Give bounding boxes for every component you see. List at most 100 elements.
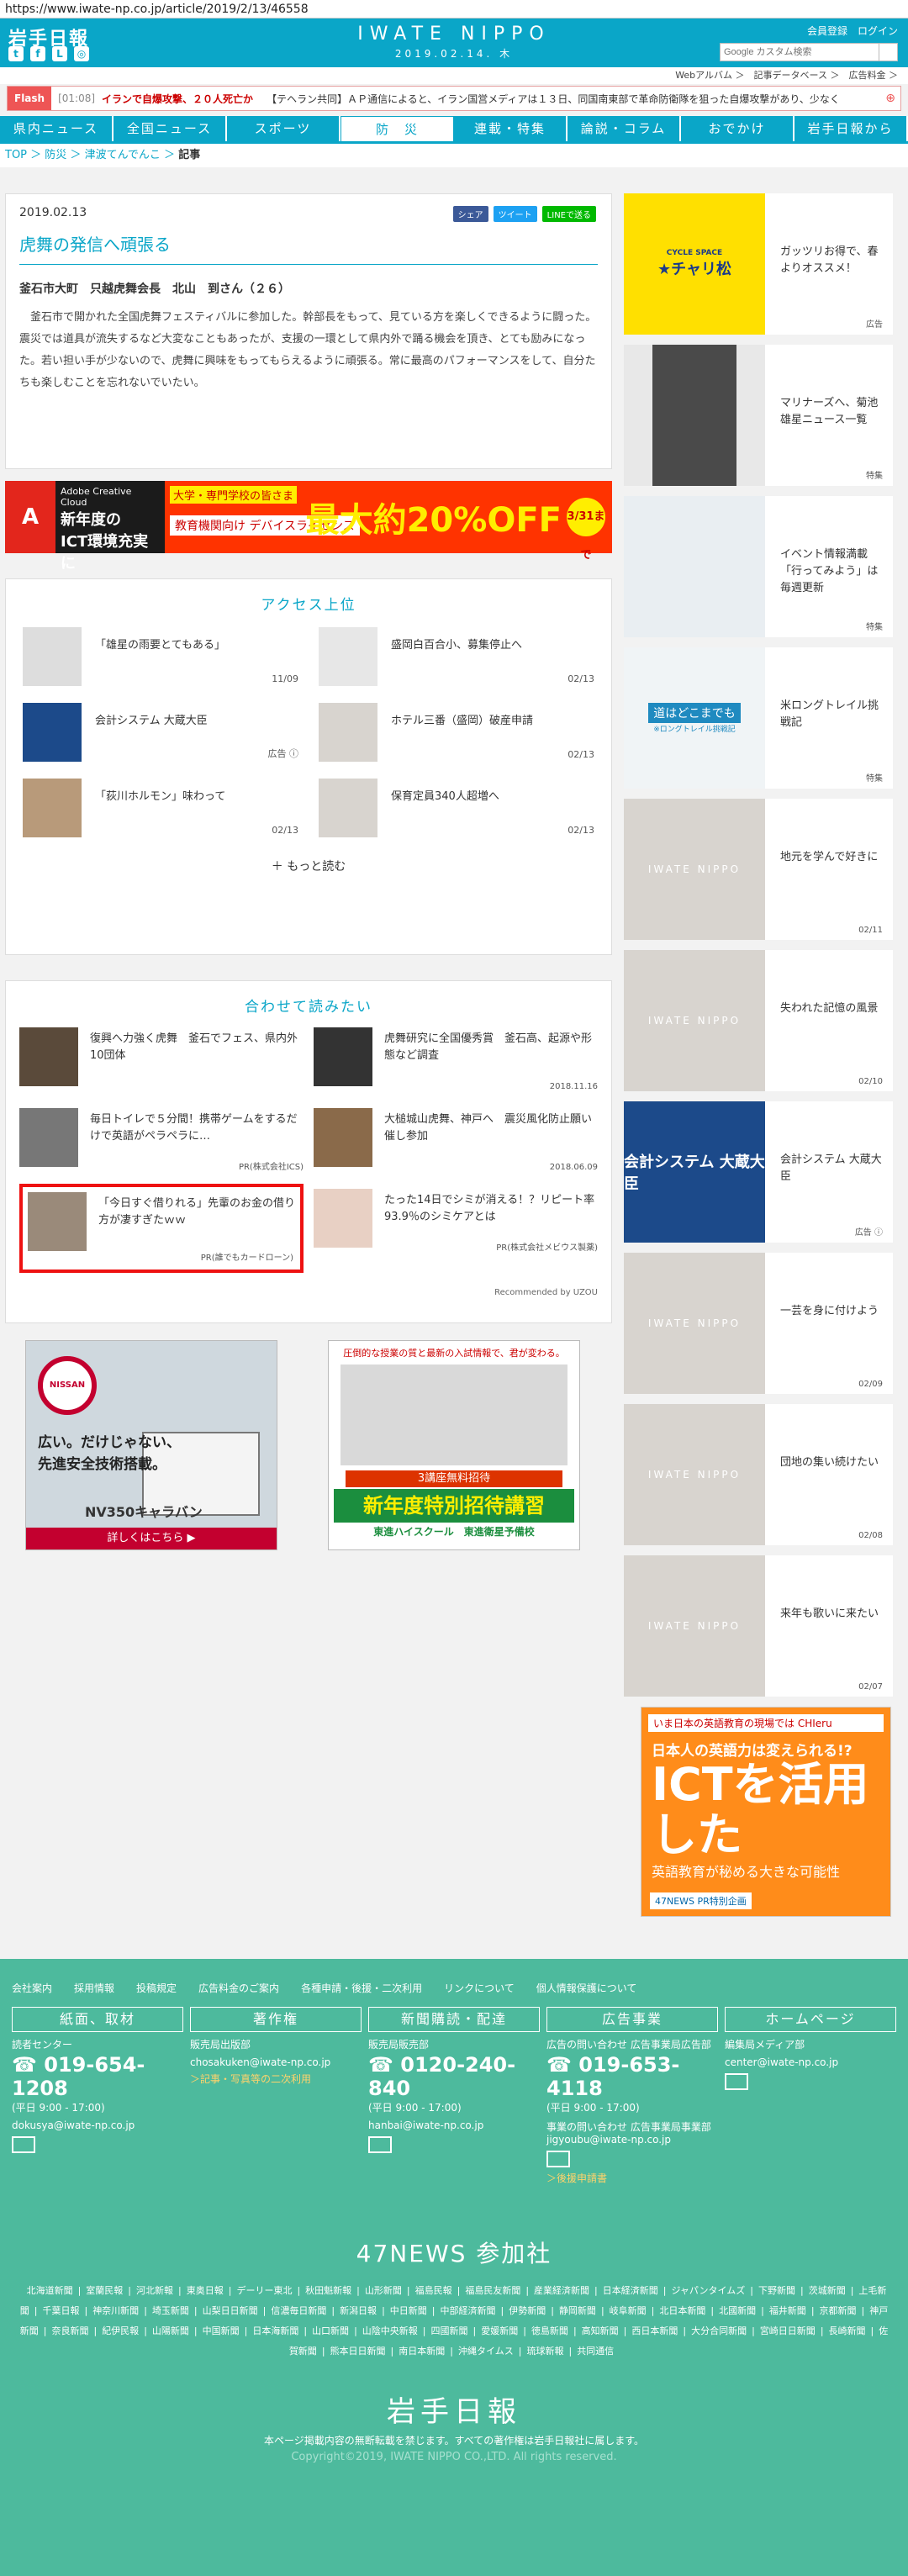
nav-series[interactable]: 連載・特集 [454, 116, 568, 141]
nav-from-nippo[interactable]: 岩手日報から [794, 116, 908, 141]
facebook-share-button[interactable]: シェア [452, 206, 488, 222]
partner-paper-link[interactable]: 徳島新聞 [531, 2325, 568, 2336]
partner-paper-link[interactable]: 室蘭民報 [86, 2285, 123, 2296]
partner-paper-link[interactable]: 日本海新聞 [252, 2325, 298, 2336]
partner-paper-link[interactable]: 信濃毎日新聞 [271, 2305, 326, 2316]
tweet-button[interactable]: ツイート [493, 206, 537, 222]
partner-paper-link[interactable]: 岐阜新聞 [610, 2305, 647, 2316]
nav-column[interactable]: 論説・コラム [568, 116, 681, 141]
contact-email[interactable]: hanbai@iwate-np.co.jp [368, 2119, 540, 2131]
instagram-icon[interactable]: ◎ [74, 46, 89, 61]
partner-paper-link[interactable]: 中国新聞 [203, 2325, 240, 2336]
ranking-item[interactable]: 「荻川ホルモン」味わって 02/13 [23, 779, 298, 839]
partner-paper-link[interactable]: ジャパンタイムズ [671, 2285, 745, 2296]
sub-links[interactable]: Webアルバム ＞ 記事データベース ＞ 広告料金 ＞ [0, 67, 908, 84]
partner-paper-link[interactable]: 沖縄タイムス [458, 2346, 514, 2357]
partner-paper-link[interactable]: 河北新報 [136, 2285, 173, 2296]
recommended-by[interactable]: Recommended by UZOU [6, 1288, 611, 1297]
secondary-use-link[interactable]: ＞記事・写真等の二次利用 [190, 2072, 362, 2086]
more-button[interactable]: ＋ もっと読む [6, 858, 611, 874]
contact-email[interactable]: 事業の問い合わせ 広告事業局事業部 jigyoubu@iwate-np.co.j… [546, 2119, 718, 2146]
flash-news-bar[interactable]: Flash [01:08] イランで自爆攻撃、２０人死亡か 【テヘラン共同】ＡＰ… [7, 86, 901, 111]
ranking-item[interactable]: 盛岡白百合小、募集停止へ 02/13 [319, 627, 594, 688]
brand-name[interactable]: IWATE NIPPO [336, 24, 572, 45]
flash-next-icon[interactable]: ⊕ [885, 92, 895, 105]
search-input[interactable] [720, 43, 879, 61]
partner-paper-link[interactable]: 北國新聞 [719, 2305, 756, 2316]
sidebar-item[interactable]: IWATE NIPPO 失われた記憶の風景 02/10 [624, 950, 893, 1091]
partner-paper-link[interactable]: 愛媛新聞 [481, 2325, 518, 2336]
partner-paper-link[interactable]: 山形新聞 [365, 2285, 402, 2296]
partner-paper-link[interactable]: 福島民報 [415, 2285, 452, 2296]
partner-paper-link[interactable]: 熊本日日新聞 [330, 2346, 386, 2357]
ranking-item[interactable]: 「雄星の雨要とてもある」 11/09 [23, 627, 298, 688]
sidebar-item[interactable]: マリナーズへ、菊池雄星ニュース一覧 特集 [624, 345, 893, 486]
contact-email[interactable]: chosakuken@iwate-np.co.jp [190, 2056, 362, 2068]
facebook-icon[interactable]: f [30, 46, 45, 61]
related-item[interactable]: 虎舞研究に全国優秀賞 釜石高、起源や形態など調査 2018.11.16 [314, 1027, 598, 1095]
partner-paper-link[interactable]: 京都新聞 [820, 2305, 857, 2316]
partner-paper-link[interactable]: 南日本新聞 [399, 2346, 445, 2357]
nav-sports[interactable]: スポーツ [227, 116, 340, 141]
mail-icon[interactable] [546, 2151, 570, 2167]
nav-outing[interactable]: おでかけ [681, 116, 794, 141]
footer-link[interactable]: 各種申請・後援・二次利用 [301, 1981, 422, 1995]
partner-paper-link[interactable]: 千葉日報 [42, 2305, 79, 2316]
partner-paper-link[interactable]: 山陽新聞 [152, 2325, 189, 2336]
sidebar-item[interactable]: IWATE NIPPO 来年も歌いに来たい 02/07 [624, 1555, 893, 1697]
partner-paper-link[interactable]: 長崎新聞 [829, 2325, 866, 2336]
partner-paper-link[interactable]: 西日本新聞 [631, 2325, 678, 2336]
ranking-item[interactable]: 会計システム 大蔵大臣 広告 ⓘ [23, 703, 298, 763]
contact-email[interactable]: dokusya@iwate-np.co.jp [12, 2119, 183, 2131]
partner-paper-link[interactable]: 伊勢新聞 [509, 2305, 546, 2316]
partner-paper-link[interactable]: 琉球新報 [526, 2346, 563, 2357]
nav-national[interactable]: 全国ニュース [114, 116, 227, 141]
twitter-icon[interactable]: t [8, 46, 24, 61]
partner-paper-link[interactable]: 中日新聞 [390, 2305, 427, 2316]
contact-phone[interactable]: ☎ 019-653-4118 [546, 2053, 718, 2100]
partner-paper-link[interactable]: 高知新聞 [582, 2325, 619, 2336]
related-item[interactable]: 毎日トイレで５分間！携帯ゲームをするだけで英語がペラペラに… PR(株式会社ICS… [19, 1108, 304, 1175]
partner-paper-link[interactable]: 四國新聞 [431, 2325, 468, 2336]
mail-icon[interactable] [725, 2073, 748, 2090]
partner-paper-link[interactable]: デーリー東北 [236, 2285, 292, 2296]
flash-body[interactable]: 【テヘラン共同】ＡＰ通信によると、イラン国営メディアは１３日、同国南東部で革命防… [267, 92, 855, 106]
sidebar-item[interactable]: IWATE NIPPO 一芸を身に付けよう 02/09 [624, 1253, 893, 1394]
mail-icon[interactable] [12, 2136, 35, 2153]
partner-paper-link[interactable]: 東奥日報 [187, 2285, 224, 2296]
related-item[interactable]: 復興へ力強く虎舞 釜石でフェス、県内外10団体 [19, 1027, 304, 1095]
partner-paper-link[interactable]: 紀伊民報 [102, 2325, 139, 2336]
english-education-ad[interactable]: いま日本の英語教育の現場では CHIeru 日本人の英語力は変えられる!? IC… [641, 1707, 891, 1917]
sponsorship-link[interactable]: ＞後援申請書 [546, 2171, 718, 2185]
breadcrumb-tendenko[interactable]: 津波てんでんこ [85, 149, 161, 161]
adobe-ad[interactable]: A Adobe Creative Cloud 新年度の ICT環境充実に 大学・… [5, 481, 612, 573]
related-item[interactable]: 大槌城山虎舞、神戸へ 震災風化防止願い催し参加 2018.06.09 [314, 1108, 598, 1175]
related-item[interactable]: たった14日でシミが消える！？リピート率93.9％のシミケアとは PR(株式会社メ… [314, 1189, 598, 1256]
related-item-highlighted[interactable]: 「今日すぐ借りれる」先輩のお金の借り方が凄すぎたｗｗ PR(誰でもカードローン) [19, 1184, 304, 1273]
partner-paper-link[interactable]: 静岡新聞 [559, 2305, 596, 2316]
partner-paper-link[interactable]: 中部経済新聞 [441, 2305, 496, 2316]
footer-link[interactable]: 広告料金のご案内 [198, 1981, 279, 1995]
partner-paper-link[interactable]: 埼玉新聞 [152, 2305, 189, 2316]
sidebar-item[interactable]: イベント情報満載「行ってみよう」は毎週更新 特集 [624, 496, 893, 637]
partner-paper-link[interactable]: 共同通信 [577, 2346, 614, 2357]
nissan-details-button[interactable]: 詳しくはこちら ▶ [26, 1528, 277, 1549]
partner-paper-link[interactable]: 大分合同新聞 [691, 2325, 747, 2336]
partner-paper-link[interactable]: 山梨日日新聞 [203, 2305, 258, 2316]
footer-link[interactable]: リンクについて [444, 1981, 515, 1995]
partner-paper-link[interactable]: 山陰中央新報 [362, 2325, 418, 2336]
partner-paper-link[interactable]: 日本経済新聞 [603, 2285, 658, 2296]
nav-prefecture[interactable]: 県内ニュース [0, 116, 114, 141]
mail-icon[interactable] [368, 2136, 392, 2153]
partner-paper-link[interactable]: 北日本新聞 [659, 2305, 705, 2316]
address-bar[interactable]: https://www.iwate-np.co.jp/article/2019/… [0, 0, 908, 18]
contact-email[interactable]: center@iwate-np.co.jp [725, 2056, 896, 2068]
partner-paper-link[interactable]: 産業経済新聞 [534, 2285, 589, 2296]
footer-logo[interactable]: 岩手日報 [0, 2389, 908, 2430]
partner-paper-link[interactable]: 福島民友新聞 [465, 2285, 520, 2296]
login-links[interactable]: 会員登録 ログイン [720, 24, 898, 38]
search-icon[interactable] [879, 43, 898, 61]
partner-paper-link[interactable]: 新潟日報 [340, 2305, 377, 2316]
nav-disaster[interactable]: 防 災 [340, 116, 454, 141]
nissan-ad[interactable]: NISSAN 広い。だけじゃない、 先進安全技術搭載。 NV350キャラバン 詳し… [25, 1340, 277, 1550]
